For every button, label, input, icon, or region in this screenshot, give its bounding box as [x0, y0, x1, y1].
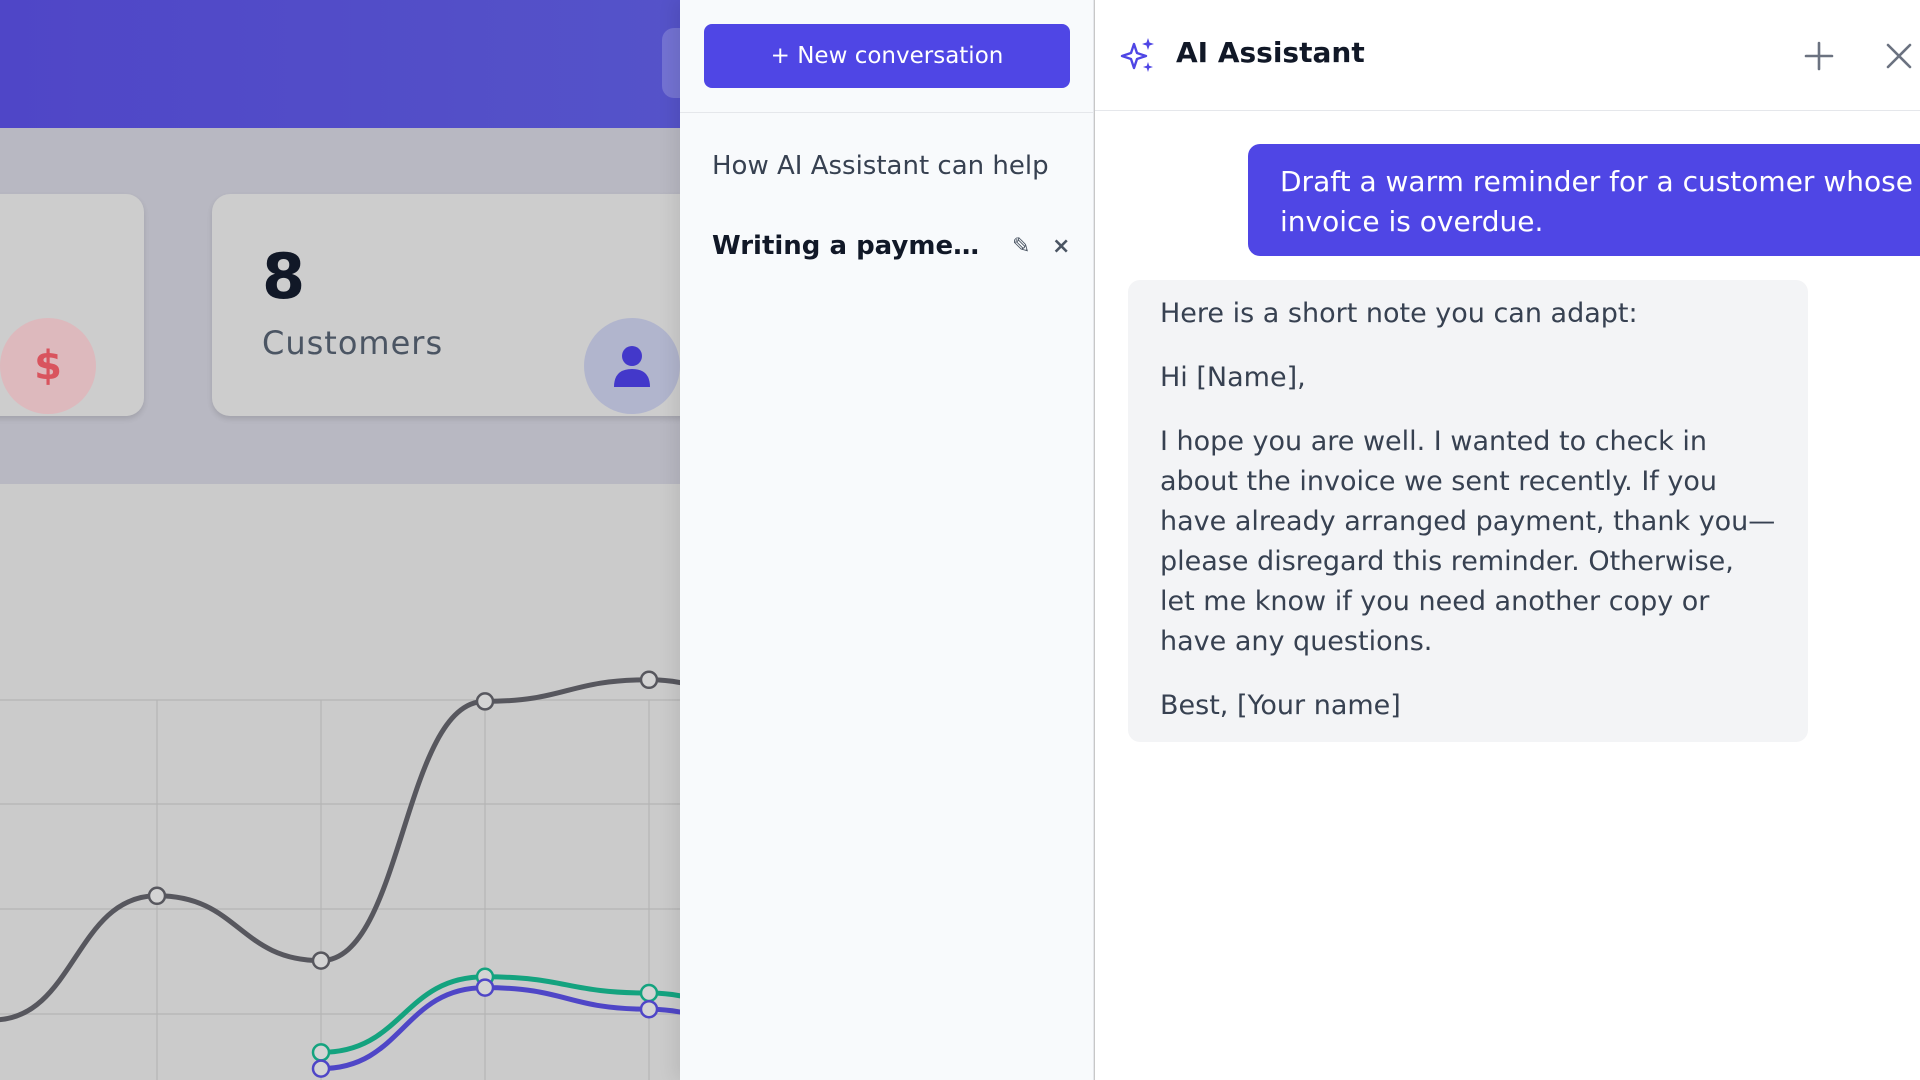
- customers-card[interactable]: 8 Customers: [212, 194, 680, 416]
- dollar-symbol: $: [34, 343, 62, 389]
- user-message: Draft a warm reminder for a customer who…: [1248, 144, 1920, 256]
- divider: [680, 112, 1094, 113]
- customers-count: 8: [262, 240, 306, 313]
- assistant-message-greeting: Hi [Name],: [1160, 362, 1306, 393]
- series-point: [639, 999, 659, 1019]
- dashboard-background: $ 8 Customers: [0, 0, 680, 1080]
- user-glyph: [614, 346, 650, 387]
- assistant-title: AI Assistant: [1176, 36, 1365, 69]
- series-point: [311, 1059, 331, 1078]
- series-point: [639, 983, 659, 1003]
- series-point: [311, 951, 331, 970]
- series-point: [147, 886, 167, 906]
- header-button[interactable]: [662, 28, 680, 98]
- new-conversation-button[interactable]: + New conversation: [704, 24, 1070, 88]
- assistant-message: Here is a short note you can adapt: Hi […: [1128, 280, 1808, 742]
- conversation-item-active[interactable]: Writing a payment reminder ✎ ×: [712, 222, 1072, 270]
- close-icon[interactable]: [1885, 42, 1913, 70]
- assistant-panel: AI Assistant Draft a warm reminder for a…: [1095, 0, 1920, 1080]
- conversation-title: How AI Assistant can help: [712, 151, 1049, 181]
- series-point: [311, 1043, 331, 1062]
- dashboard-header: [0, 0, 680, 128]
- series-point: [639, 670, 659, 690]
- conversation-title: Writing a payment reminder: [712, 231, 982, 261]
- series-point: [475, 692, 495, 711]
- sparkle-icon: [1120, 38, 1154, 72]
- add-icon[interactable]: [1803, 40, 1835, 72]
- chart-svg: [0, 670, 680, 1080]
- line-chart: [0, 484, 680, 1080]
- edit-icon[interactable]: ✎: [1012, 234, 1030, 259]
- conversation-item[interactable]: How AI Assistant can help: [712, 142, 1072, 190]
- delete-icon[interactable]: ×: [1052, 234, 1070, 259]
- assistant-message-signoff: Best, [Your name]: [1160, 690, 1401, 721]
- assistant-header: AI Assistant: [1095, 0, 1920, 111]
- customers-label: Customers: [262, 324, 444, 362]
- series-point: [475, 978, 495, 997]
- assistant-message-intro: Here is a short note you can adapt:: [1160, 298, 1638, 329]
- series-line-0: [0, 677, 680, 1022]
- assistant-message-body: I hope you are well. I wanted to check i…: [1160, 426, 1776, 657]
- user-icon: [584, 318, 680, 414]
- conversation-panel: + New conversation How AI Assistant can …: [680, 0, 1094, 1080]
- dollar-icon: $: [0, 318, 96, 414]
- series-line-2: [320, 985, 680, 1072]
- stats-section: $ 8 Customers: [0, 128, 680, 484]
- revenue-card[interactable]: $: [0, 194, 144, 416]
